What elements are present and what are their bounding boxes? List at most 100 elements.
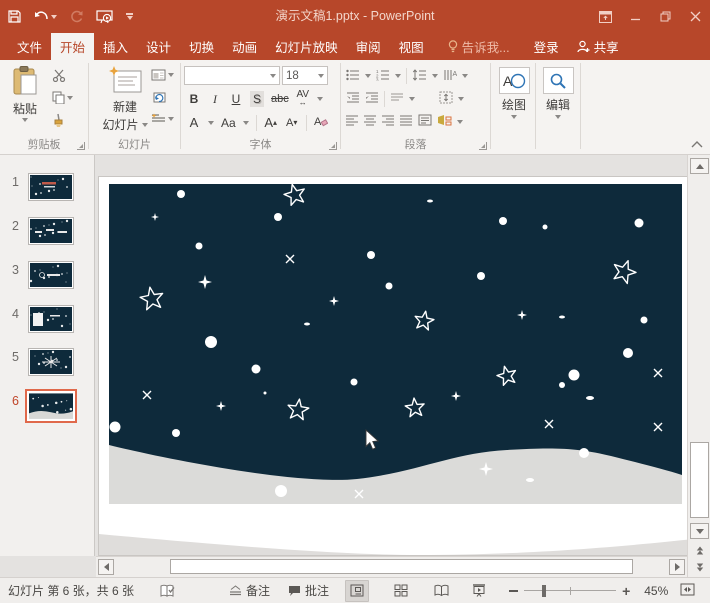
zoom-slider-thumb[interactable] (542, 585, 546, 597)
next-slide-button[interactable] (690, 559, 709, 575)
thumbnail-preview[interactable] (28, 305, 74, 333)
ribbon-display-options-icon[interactable] (590, 0, 620, 33)
reading-view-button[interactable] (429, 580, 453, 602)
horizontal-scroll-thumb[interactable] (170, 559, 633, 574)
tab-5[interactable]: 动画 (223, 33, 266, 60)
grow-font-button[interactable]: A▴ (264, 115, 278, 131)
customize-qat-icon[interactable] (126, 13, 133, 20)
font-name-combo[interactable] (184, 66, 280, 85)
vertical-scroll-thumb[interactable] (690, 442, 709, 518)
smartart-caret[interactable] (457, 120, 463, 124)
tab-0[interactable]: 文件 (8, 33, 51, 60)
tab-6[interactable]: 幻灯片放映 (266, 33, 347, 60)
new-slide-button[interactable]: 新建 幻灯片 (101, 66, 149, 133)
spell-check-icon[interactable] (160, 584, 175, 598)
align-text-caret[interactable] (458, 97, 464, 101)
tab-11[interactable]: 共享 (568, 33, 628, 60)
start-slideshow-icon[interactable] (96, 10, 113, 24)
slide-counter[interactable]: 幻灯片 第 6 张，共 6 张 (8, 582, 134, 599)
slide-page[interactable] (99, 177, 693, 555)
thumbnail-preview[interactable] (28, 217, 74, 245)
clipboard-dialog-launcher[interactable] (77, 142, 85, 150)
align-left-button[interactable] (346, 115, 359, 129)
zoom-level[interactable]: 45% (644, 584, 668, 598)
italic-button[interactable]: I (208, 91, 222, 107)
bullets-button[interactable] (346, 69, 360, 84)
notes-toggle[interactable]: 备注 (229, 582, 270, 599)
smartart-convert-button[interactable] (437, 114, 452, 129)
draw-button[interactable]: A 绘图 (494, 67, 534, 119)
underline-button[interactable]: U (229, 91, 243, 107)
character-spacing-button[interactable]: AV↔ (296, 91, 310, 107)
thumbnail-preview[interactable] (25, 389, 77, 423)
columns-caret[interactable] (409, 97, 415, 101)
change-case-button[interactable]: Aa (221, 115, 236, 131)
previous-slide-button[interactable] (690, 542, 709, 558)
font-color-button[interactable]: A (187, 115, 201, 131)
clear-formatting-button[interactable]: A (314, 114, 328, 131)
bullets-caret[interactable] (365, 74, 371, 78)
numbering-button[interactable]: 123 (376, 69, 390, 84)
line-spacing-caret[interactable] (432, 74, 438, 78)
collapse-ribbon-icon[interactable] (691, 137, 703, 151)
text-direction-caret[interactable] (462, 74, 468, 78)
cut-button[interactable] (52, 69, 66, 82)
zoom-out-button[interactable] (509, 590, 518, 592)
font-dialog-launcher[interactable] (329, 142, 337, 150)
align-text-button[interactable] (439, 91, 453, 107)
scroll-up-button[interactable] (690, 158, 709, 174)
thumbnail-preview[interactable] (28, 261, 74, 289)
normal-view-button[interactable] (345, 580, 369, 602)
line-spacing-button[interactable] (412, 69, 427, 84)
tab-9[interactable]: 告诉我... (439, 33, 519, 60)
edit-button[interactable]: 编辑 (538, 67, 578, 119)
text-direction-button[interactable]: A (443, 69, 457, 84)
section-button[interactable] (151, 113, 174, 125)
comments-toggle[interactable]: 批注 (288, 582, 329, 599)
tab-3[interactable]: 设计 (137, 33, 180, 60)
scroll-right-button[interactable] (669, 559, 685, 575)
fit-window-icon[interactable] (680, 583, 695, 599)
increase-indent-button[interactable] (365, 92, 379, 107)
undo-caret-icon[interactable] (51, 15, 57, 19)
numbering-caret[interactable] (395, 74, 401, 78)
vertical-scrollbar[interactable] (687, 155, 710, 577)
restore-icon[interactable] (650, 0, 680, 33)
distribute-button[interactable] (418, 114, 432, 129)
scroll-left-button[interactable] (98, 559, 114, 575)
paste-button[interactable]: 粘贴 (8, 66, 42, 122)
align-right-button[interactable] (382, 115, 395, 129)
slide-sorter-button[interactable] (389, 580, 413, 602)
close-icon[interactable] (680, 0, 710, 33)
text-shadow-button[interactable]: S (250, 91, 264, 107)
copy-button[interactable] (52, 91, 73, 104)
tab-active-1[interactable]: 开始 (51, 33, 94, 60)
thumbnail-preview[interactable] (28, 173, 74, 201)
slideshow-view-button[interactable] (467, 580, 491, 602)
tab-2[interactable]: 插入 (94, 33, 137, 60)
horizontal-scrollbar[interactable] (96, 556, 687, 577)
tab-7[interactable]: 审阅 (347, 33, 390, 60)
tab-4[interactable]: 切换 (180, 33, 223, 60)
decrease-indent-button[interactable] (346, 92, 360, 107)
zoom-in-button[interactable]: + (622, 583, 630, 599)
columns-button[interactable] (390, 92, 404, 107)
tab-10[interactable]: 登录 (525, 33, 568, 60)
align-center-button[interactable] (364, 115, 377, 129)
reset-slide-button[interactable] (151, 91, 166, 104)
save-icon[interactable] (8, 10, 21, 23)
strikethrough-button[interactable]: abc (271, 91, 289, 107)
character-spacing-caret[interactable] (317, 97, 323, 101)
shrink-font-button[interactable]: A▾ (285, 115, 299, 131)
bold-button[interactable]: B (187, 91, 201, 107)
layout-button[interactable] (151, 69, 174, 81)
font-size-combo[interactable]: 18 (282, 66, 328, 85)
format-painter-button[interactable] (52, 113, 65, 127)
tab-8[interactable]: 视图 (390, 33, 433, 60)
zoom-slider[interactable] (524, 584, 616, 598)
justify-button[interactable] (400, 115, 413, 129)
thumbnail-preview[interactable] (28, 348, 74, 376)
scroll-down-button[interactable] (690, 523, 709, 539)
paragraph-dialog-launcher[interactable] (479, 142, 487, 150)
undo-button[interactable] (34, 11, 57, 23)
